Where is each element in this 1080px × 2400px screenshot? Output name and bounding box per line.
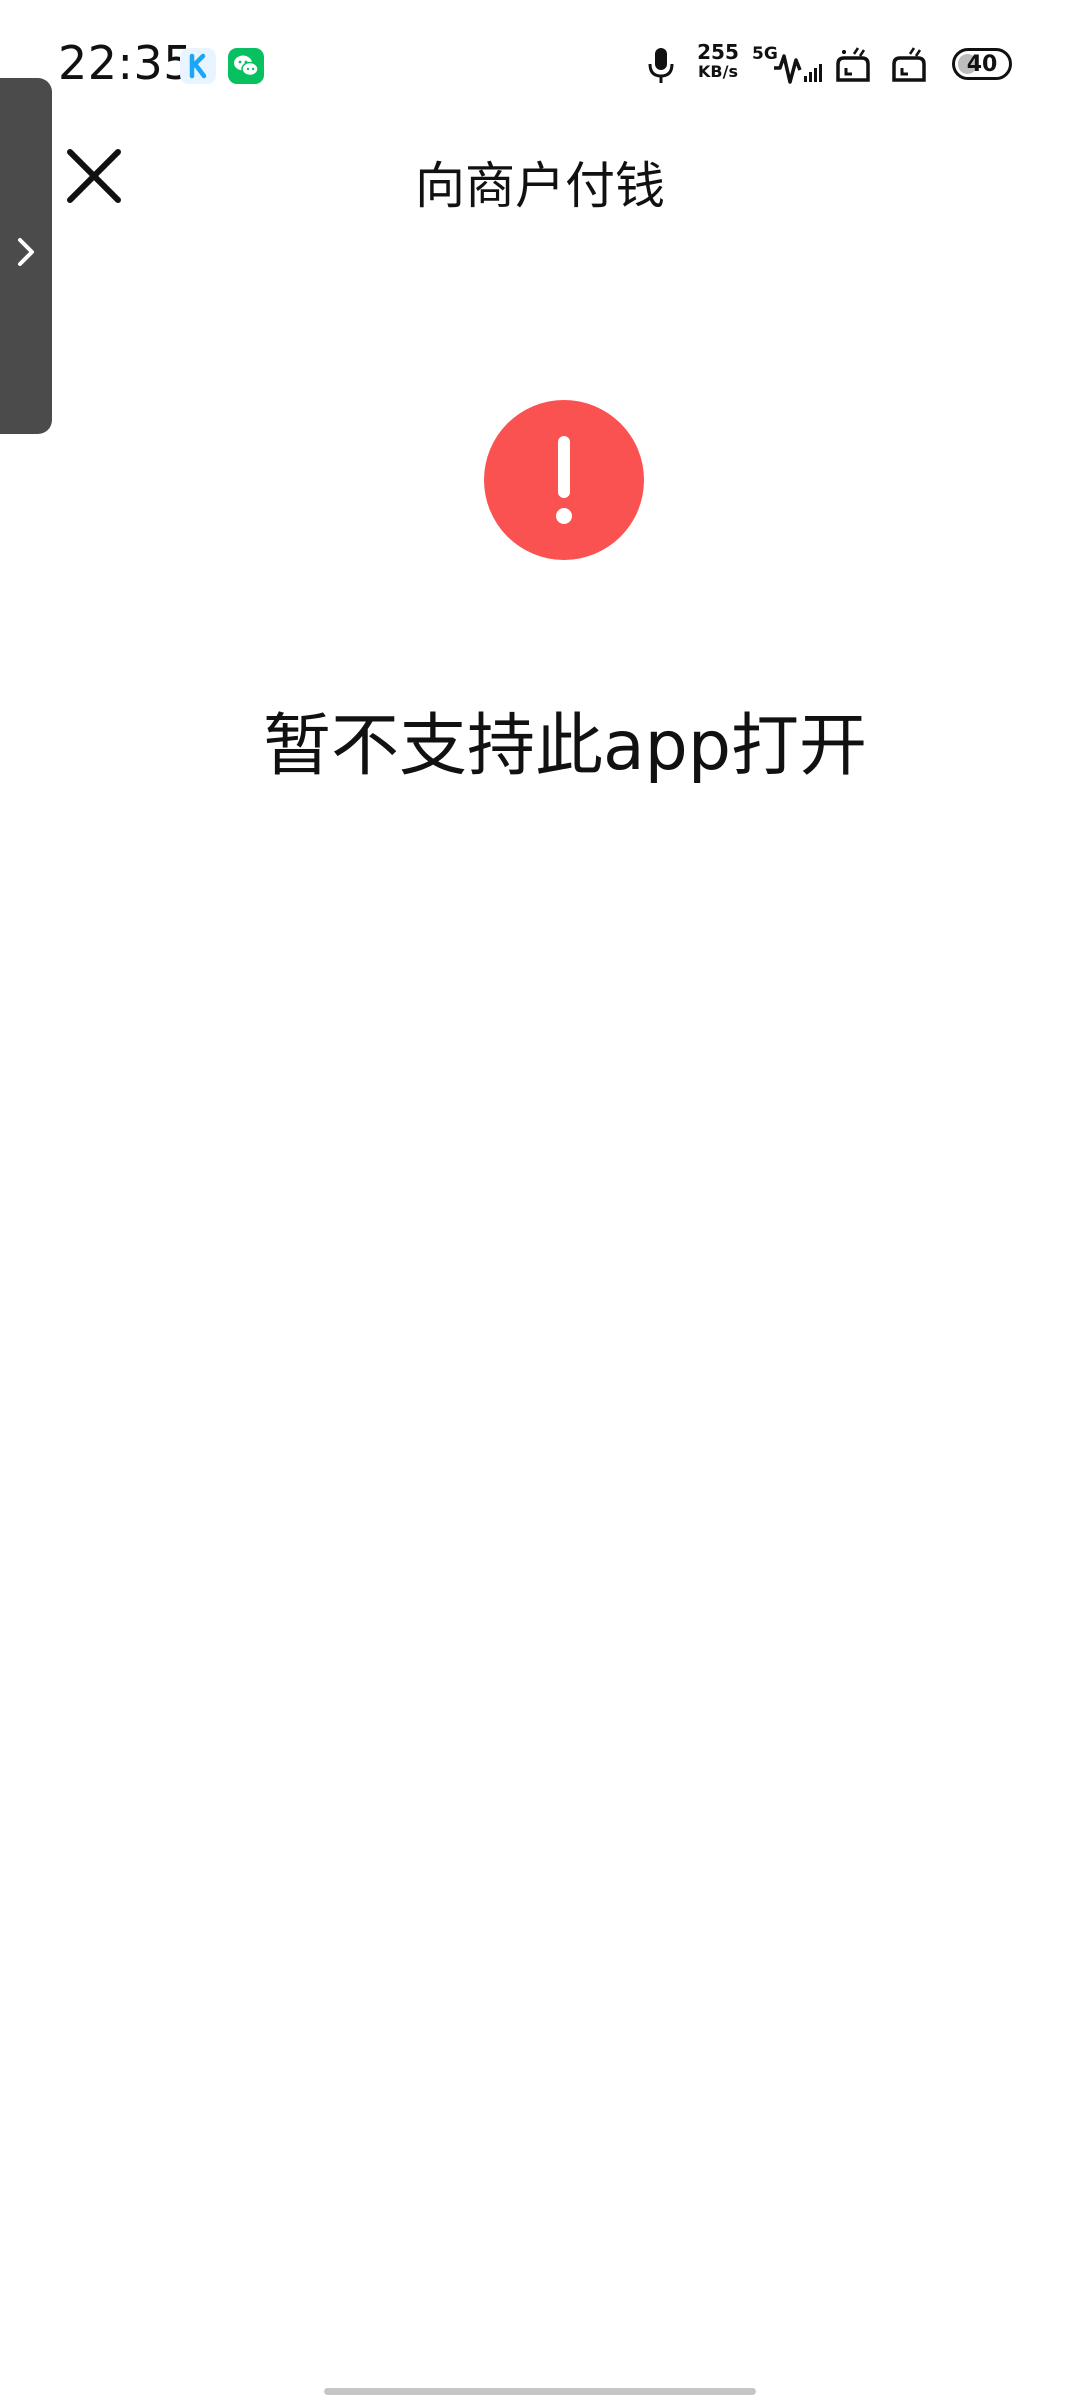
signal-icon [772,52,824,90]
warning-icon-dot [556,508,572,524]
status-bar: 22:35 255 KB/s 5G 40 [0,0,1080,130]
battery-level: 40 [966,51,998,77]
microphone-icon [646,46,676,90]
side-panel-handle[interactable] [0,78,52,434]
network-speed-value: 255 [697,40,739,64]
kuaishou-icon [180,48,216,84]
chevron-right-icon [18,238,34,266]
error-message: 暂不支持此app打开 [263,707,867,786]
sim-card-icon [888,46,930,90]
warning-icon-bar [558,436,570,498]
battery-indicator: 40 [952,48,1012,80]
screen: 22:35 255 KB/s 5G 40 向商户付钱 暂不支持此app打开 [0,0,1080,2400]
warning-icon [484,400,644,560]
sim-card-icon [832,46,874,90]
page-title: 向商户付钱 [415,157,665,215]
status-time: 22:35 [58,36,194,90]
network-speed-unit: KB/s [698,62,738,81]
network-speed: 255 KB/s [690,42,746,80]
wechat-icon [228,48,264,84]
home-indicator[interactable] [324,2388,756,2395]
